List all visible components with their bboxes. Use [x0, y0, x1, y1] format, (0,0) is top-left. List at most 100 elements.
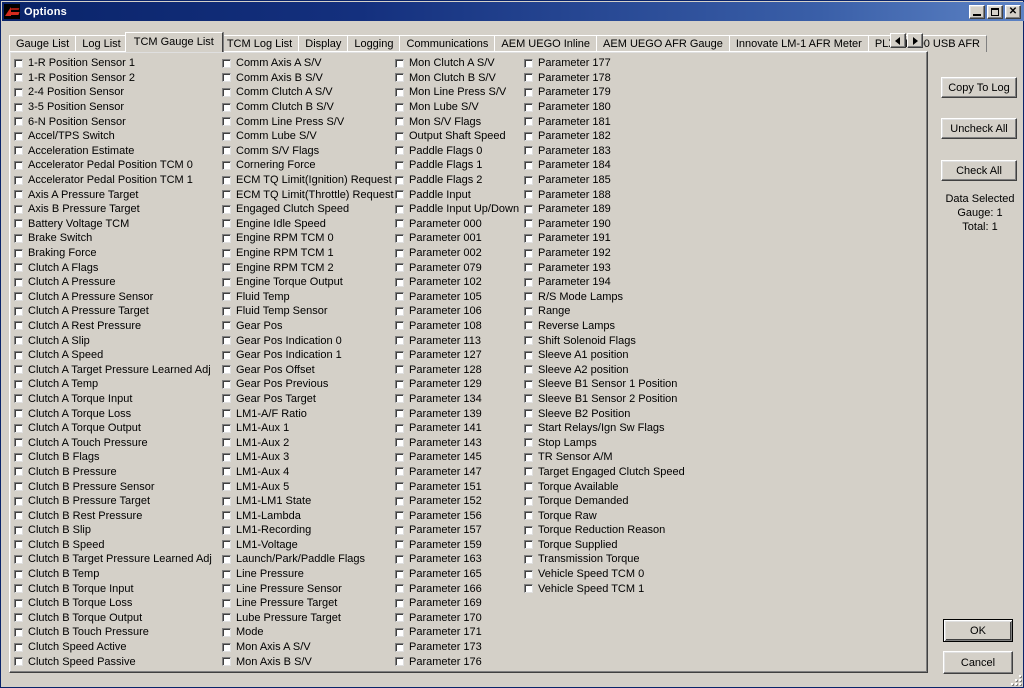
checkbox-row[interactable]: LM1-A/F Ratio	[222, 406, 394, 421]
checkbox-icon[interactable]	[395, 423, 404, 433]
checkbox-row[interactable]: Output Shaft Speed	[395, 129, 521, 144]
checkbox-icon[interactable]	[395, 306, 404, 316]
checkbox-icon[interactable]	[524, 248, 533, 258]
checkbox-row[interactable]: Parameter 185	[524, 173, 704, 188]
checkbox-row[interactable]: Reverse Lamps	[524, 319, 704, 334]
checkbox-icon[interactable]	[395, 102, 404, 112]
checkbox-icon[interactable]	[395, 379, 404, 389]
checkbox-row[interactable]: Parameter 189	[524, 202, 704, 217]
checkbox-row[interactable]: Clutch B Pressure Target	[14, 494, 219, 509]
checkbox-row[interactable]: Parameter 182	[524, 129, 704, 144]
checkbox-row[interactable]: LM1-LM1 State	[222, 494, 394, 509]
checkbox-icon[interactable]	[222, 657, 231, 667]
checkbox-row[interactable]: Cornering Force	[222, 158, 394, 173]
checkbox-icon[interactable]	[222, 146, 231, 156]
checkbox-icon[interactable]	[222, 394, 231, 404]
checkbox-row[interactable]: Clutch A Pressure Target	[14, 304, 219, 319]
checkbox-icon[interactable]	[14, 496, 23, 506]
checkbox-row[interactable]: Shift Solenoid Flags	[524, 333, 704, 348]
checkbox-icon[interactable]	[395, 263, 404, 273]
checkbox-row[interactable]: Acceleration Estimate	[14, 144, 219, 159]
checkbox-row[interactable]: 2-4 Position Sensor	[14, 85, 219, 100]
checkbox-icon[interactable]	[14, 613, 23, 623]
checkbox-row[interactable]: Vehicle Speed TCM 1	[524, 581, 704, 596]
checkbox-row[interactable]: Clutch B Torque Output	[14, 611, 219, 626]
checkbox-icon[interactable]	[524, 160, 533, 170]
checkbox-icon[interactable]	[395, 233, 404, 243]
checkbox-icon[interactable]	[524, 102, 533, 112]
checkbox-icon[interactable]	[222, 482, 231, 492]
checkbox-icon[interactable]	[524, 423, 533, 433]
checkbox-row[interactable]: Mon S/V Flags	[395, 114, 521, 129]
checkbox-row[interactable]: Clutch A Pressure	[14, 275, 219, 290]
checkbox-icon[interactable]	[222, 423, 231, 433]
checkbox-row[interactable]: Axis A Pressure Target	[14, 187, 219, 202]
checkbox-row[interactable]: Parameter 000	[395, 217, 521, 232]
checkbox-row[interactable]: Mon Axis A S/V	[222, 640, 394, 655]
checkbox-icon[interactable]	[524, 73, 533, 83]
checkbox-icon[interactable]	[395, 146, 404, 156]
checkbox-icon[interactable]	[222, 525, 231, 535]
tab-gauge-list[interactable]: Gauge List	[9, 35, 77, 52]
resize-grip[interactable]	[1007, 671, 1021, 685]
checkbox-row[interactable]: Parameter 190	[524, 217, 704, 232]
checkbox-row[interactable]: Accel/TPS Switch	[14, 129, 219, 144]
checkbox-icon[interactable]	[14, 423, 23, 433]
checkbox-icon[interactable]	[395, 627, 404, 637]
checkbox-icon[interactable]	[524, 190, 533, 200]
checkbox-icon[interactable]	[14, 219, 23, 229]
checkbox-icon[interactable]	[14, 657, 23, 667]
checkbox-row[interactable]: Clutch B Slip	[14, 523, 219, 538]
checkbox-icon[interactable]	[14, 190, 23, 200]
checkbox-row[interactable]: Clutch B Pressure	[14, 465, 219, 480]
checkbox-icon[interactable]	[524, 321, 533, 331]
checkbox-icon[interactable]	[524, 511, 533, 521]
checkbox-row[interactable]: Line Pressure	[222, 567, 394, 582]
checkbox-icon[interactable]	[222, 190, 231, 200]
checkbox-row[interactable]: LM1-Aux 1	[222, 421, 394, 436]
tab-aem-uego-inline[interactable]: AEM UEGO Inline	[494, 35, 598, 52]
checkbox-row[interactable]: Mon Line Press S/V	[395, 85, 521, 100]
checkbox-icon[interactable]	[14, 452, 23, 462]
maximize-button[interactable]	[987, 4, 1003, 19]
checkbox-icon[interactable]	[395, 190, 404, 200]
checkbox-icon[interactable]	[524, 204, 533, 214]
checkbox-icon[interactable]	[395, 131, 404, 141]
checkbox-row[interactable]: Torque Supplied	[524, 538, 704, 553]
checkbox-icon[interactable]	[524, 58, 533, 68]
checkbox-row[interactable]: Parameter 079	[395, 260, 521, 275]
tab-log-list[interactable]: Log List	[75, 35, 128, 52]
checkbox-icon[interactable]	[222, 511, 231, 521]
checkbox-row[interactable]: Sleeve B1 Sensor 2 Position	[524, 392, 704, 407]
checkbox-icon[interactable]	[222, 306, 231, 316]
checkbox-row[interactable]: Gear Pos Indication 1	[222, 348, 394, 363]
check-all-button[interactable]: Check All	[941, 160, 1017, 181]
checkbox-icon[interactable]	[395, 350, 404, 360]
checkbox-icon[interactable]	[222, 117, 231, 127]
checkbox-icon[interactable]	[524, 117, 533, 127]
checkbox-icon[interactable]	[524, 87, 533, 97]
checkbox-icon[interactable]	[524, 540, 533, 550]
checkbox-icon[interactable]	[222, 627, 231, 637]
checkbox-row[interactable]: LM1-Recording	[222, 523, 394, 538]
checkbox-icon[interactable]	[395, 511, 404, 521]
checkbox-row[interactable]: Gear Pos	[222, 319, 394, 334]
checkbox-icon[interactable]	[395, 292, 404, 302]
checkbox-icon[interactable]	[222, 438, 231, 448]
checkbox-row[interactable]: Torque Demanded	[524, 494, 704, 509]
checkbox-row[interactable]: Launch/Park/Paddle Flags	[222, 552, 394, 567]
checkbox-icon[interactable]	[524, 554, 533, 564]
checkbox-row[interactable]: Parameter 157	[395, 523, 521, 538]
checkbox-icon[interactable]	[524, 525, 533, 535]
checkbox-icon[interactable]	[395, 452, 404, 462]
checkbox-row[interactable]: Line Pressure Target	[222, 596, 394, 611]
checkbox-icon[interactable]	[222, 540, 231, 550]
checkbox-row[interactable]: Engine Idle Speed	[222, 217, 394, 232]
checkbox-row[interactable]: Sleeve B1 Sensor 1 Position	[524, 377, 704, 392]
checkbox-icon[interactable]	[395, 336, 404, 346]
checkbox-icon[interactable]	[14, 525, 23, 535]
close-button[interactable]: ✕	[1005, 4, 1021, 19]
checkbox-row[interactable]: Parameter 147	[395, 465, 521, 480]
checkbox-icon[interactable]	[395, 204, 404, 214]
checkbox-row[interactable]: Parameter 188	[524, 187, 704, 202]
